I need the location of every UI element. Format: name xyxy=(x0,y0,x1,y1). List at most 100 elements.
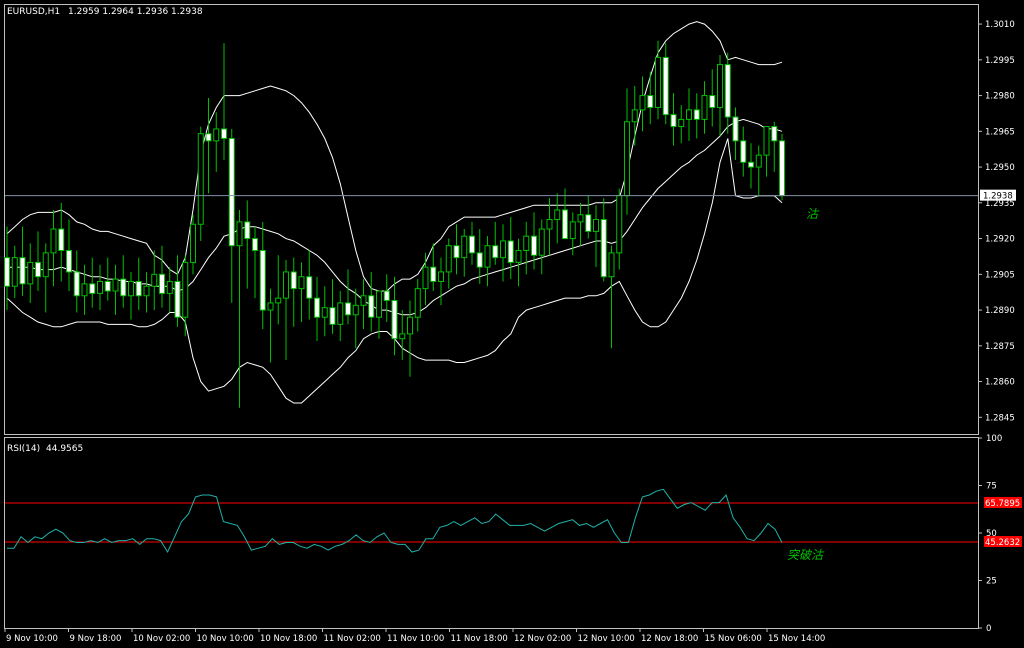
candle-body-up xyxy=(438,271,444,282)
candle-body-down xyxy=(174,280,181,318)
candle-body-up xyxy=(686,109,692,120)
rsi-tick-label: 100 xyxy=(986,434,1002,444)
candle-body-up xyxy=(42,252,49,278)
candle-body-down xyxy=(228,137,235,247)
price-tick-label: 1.2860 xyxy=(985,378,1015,388)
candle-body-down xyxy=(709,95,716,108)
candle-body-up xyxy=(484,245,491,268)
candle-body-down xyxy=(345,302,351,316)
candle-body-down xyxy=(748,161,754,168)
time-tick-label: 11 Nov 18:00 xyxy=(451,634,508,644)
time-tick-label: 12 Nov 02:00 xyxy=(514,634,571,644)
time-tick-label: 10 Nov 02:00 xyxy=(133,634,190,644)
time-tick-label: 10 Nov 10:00 xyxy=(197,634,254,644)
candle-body-down xyxy=(244,221,251,240)
candle-body-up xyxy=(445,245,452,273)
candle-body-up xyxy=(190,223,196,263)
candle-body-down xyxy=(58,228,65,251)
candle-body-down xyxy=(221,128,227,139)
candle-body-up xyxy=(500,240,506,259)
candle-body-up xyxy=(639,95,646,111)
candle-body-down xyxy=(290,271,297,290)
breakout-sell-annotation: 突破沽 xyxy=(787,548,825,562)
candle-body-up xyxy=(27,261,34,285)
price-tick-label: 1.2890 xyxy=(985,306,1015,316)
candle-body-down xyxy=(507,240,514,263)
candle-body-down xyxy=(159,273,165,294)
chart-window[interactable]: EURUSD,H1 1.2959 1.2964 1.2936 1.2938 RS… xyxy=(0,0,1024,648)
candle-body-down xyxy=(368,295,375,318)
candle-body-down xyxy=(430,266,437,282)
candle-body-down xyxy=(740,140,747,163)
candle-body-down xyxy=(391,300,398,340)
candle-body-up xyxy=(655,56,661,108)
candle-body-up xyxy=(407,316,413,335)
time-tick-label: 10 Nov 18:00 xyxy=(260,634,317,644)
time-tick-label: 11 Nov 02:00 xyxy=(324,634,381,644)
candle-body-up xyxy=(755,154,762,168)
candle-body-up xyxy=(283,271,289,299)
candle-body-up xyxy=(182,261,189,318)
candle-body-up xyxy=(275,297,282,304)
candle-body-up xyxy=(50,228,57,254)
candle-body-down xyxy=(104,280,111,292)
candle-body-up xyxy=(267,302,274,311)
candle-body-down xyxy=(135,280,142,297)
candle-body-up xyxy=(376,290,382,318)
candle-body-up xyxy=(593,219,599,232)
candle-body-up xyxy=(569,221,576,240)
candle-body-down xyxy=(329,307,336,325)
rsi-tick-label: 75 xyxy=(986,482,997,492)
candle-body-down xyxy=(453,245,460,259)
candle-body-up xyxy=(112,278,119,292)
ohlc-values-label: 1.2959 1.2964 1.2936 1.2938 xyxy=(68,7,203,17)
time-tick-label: 12 Nov 18:00 xyxy=(641,634,698,644)
rsi-tick-label: 25 xyxy=(986,577,997,587)
candle-body-down xyxy=(492,245,499,259)
sell-annotation: 沽 xyxy=(806,207,820,221)
price-tick-label: 1.2920 xyxy=(985,235,1015,245)
candle-body-down xyxy=(89,283,96,294)
candle-body-down xyxy=(531,235,537,256)
candle-body-up xyxy=(701,95,708,120)
rsi-value-label: 44.9565 xyxy=(46,444,83,454)
price-tick-label: 1.2950 xyxy=(985,163,1015,173)
rsi-level-low-label: 45.2632 xyxy=(985,538,1020,548)
candle-body-down xyxy=(476,252,483,268)
candle-body-down xyxy=(585,214,592,232)
candle-body-down xyxy=(205,133,212,142)
chart-background xyxy=(0,0,1024,648)
price-tick-label: 1.2875 xyxy=(985,342,1015,352)
candle-body-up xyxy=(523,235,530,251)
candle-body-up xyxy=(414,288,421,318)
candle-body-down xyxy=(120,278,127,297)
candle-body-up xyxy=(213,128,220,142)
rsi-tick-label: 0 xyxy=(986,624,991,634)
price-tick-label: 1.2995 xyxy=(985,56,1015,66)
candle-body-down xyxy=(35,261,41,278)
candle-body-up xyxy=(678,118,685,128)
candle-body-down xyxy=(4,257,10,287)
price-tick-label: 1.2905 xyxy=(985,270,1015,280)
candle-body-down xyxy=(259,249,266,311)
candle-body-up xyxy=(461,235,468,259)
price-tick-label: 1.3010 xyxy=(985,20,1015,30)
time-tick-label: 11 Nov 10:00 xyxy=(387,634,444,644)
time-tick-label: 9 Nov 18:00 xyxy=(70,634,122,644)
candle-body-up xyxy=(763,126,770,156)
price-tick-label: 1.2965 xyxy=(985,127,1015,137)
candle-body-up xyxy=(577,214,584,223)
candle-body-up xyxy=(631,109,638,123)
candle-body-down xyxy=(66,249,72,273)
candle-body-up xyxy=(624,121,630,197)
candle-body-up xyxy=(166,280,173,294)
candle-body-up xyxy=(11,257,18,287)
price-tick-label: 1.2845 xyxy=(985,413,1015,423)
candle-body-up xyxy=(546,219,553,230)
candle-body-down xyxy=(662,56,669,116)
candle-body-up xyxy=(298,276,305,290)
candle-body-up xyxy=(360,295,367,306)
candle-body-up xyxy=(151,273,158,287)
candle-body-up xyxy=(321,307,328,318)
candle-body-up xyxy=(236,221,243,247)
